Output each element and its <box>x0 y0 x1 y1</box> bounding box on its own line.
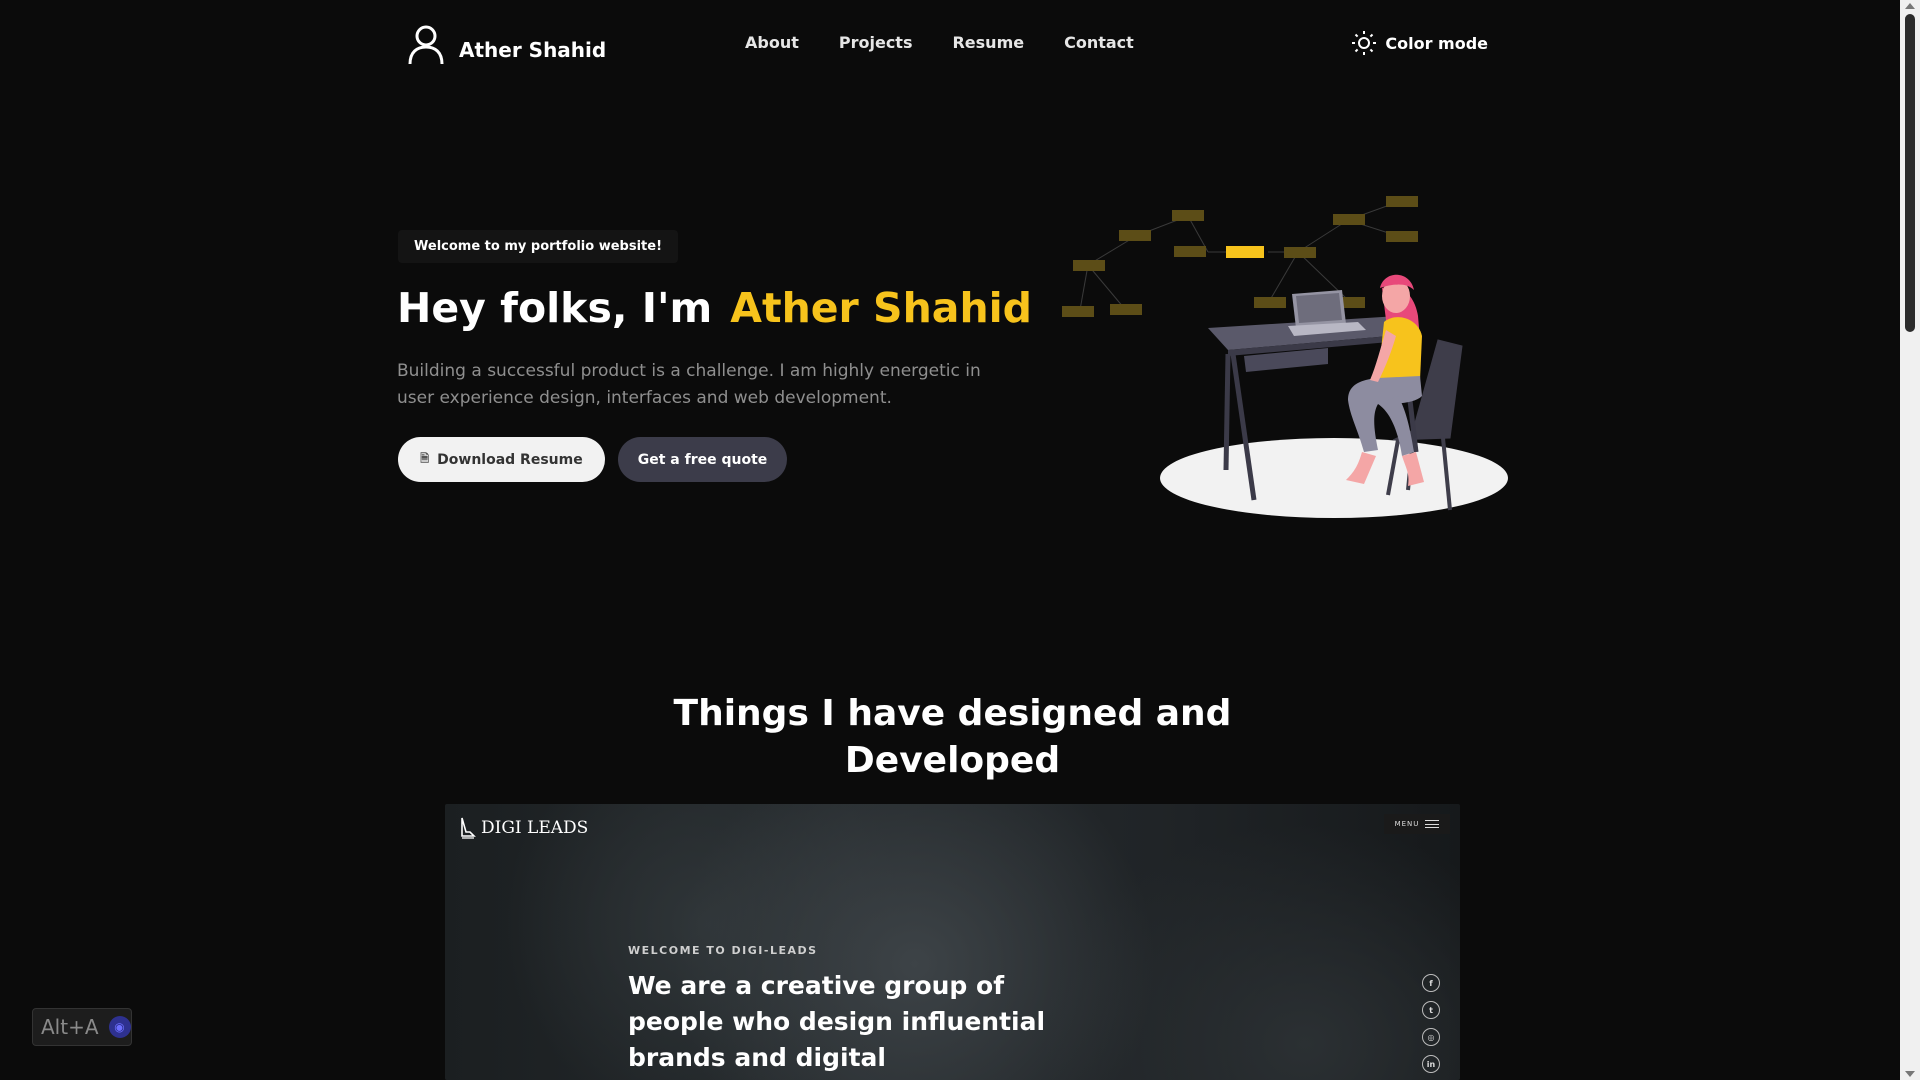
hamburger-icon <box>1425 820 1440 828</box>
brand-name: Ather Shahid <box>459 38 607 62</box>
scroll-up-arrow-icon[interactable] <box>1905 3 1915 9</box>
digi-leads-logo: DIGI LEADS <box>459 816 588 840</box>
projects-section-title: Things I have designed and Developed <box>673 693 1232 781</box>
nav-link-resume[interactable]: Resume <box>952 33 1024 52</box>
card-headline: We are a creative group of people who de… <box>628 971 1046 1080</box>
download-resume-label: Download Resume <box>437 451 583 468</box>
top-navbar: Ather Shahid About Projects Resume Conta… <box>0 0 1900 90</box>
project-card-digi-leads[interactable]: DIGI LEADS MENU WELCOME TO DIGI-LEADS We… <box>445 804 1460 1080</box>
main-nav: About Projects Resume Contact <box>745 33 1134 52</box>
nav-link-contact[interactable]: Contact <box>1064 33 1134 52</box>
sound-wave-icon: ◉ <box>108 1016 131 1038</box>
twitter-icon[interactable]: t <box>1422 1001 1440 1019</box>
scrollbar-thumb[interactable] <box>1905 14 1915 332</box>
download-resume-button[interactable]: 🗎 Download Resume <box>398 437 605 482</box>
sun-icon <box>1351 30 1377 56</box>
color-mode-toggle[interactable]: Color mode <box>1351 30 1488 56</box>
hero-title: Hey folks, I'm Ather Shahid <box>397 284 1032 332</box>
hero-title-name: Ather Shahid <box>730 284 1033 332</box>
card-kicker: WELCOME TO DIGI-LEADS <box>628 944 818 957</box>
digi-leads-logo-text: DIGI LEADS <box>481 818 589 838</box>
brand-link[interactable]: Ather Shahid <box>407 24 606 66</box>
card-menu-button[interactable]: MENU <box>1384 814 1450 834</box>
free-quote-label: Get a free quote <box>637 451 768 468</box>
accessibility-widget[interactable]: Alt+A ◉ <box>32 1008 132 1046</box>
instagram-icon[interactable]: ◎ <box>1422 1028 1440 1046</box>
accessibility-widget-label: Alt+A <box>41 1015 99 1039</box>
nav-link-about[interactable]: About <box>745 33 799 52</box>
scroll-down-arrow-icon[interactable] <box>1905 1071 1915 1077</box>
user-icon <box>407 24 445 66</box>
free-quote-button[interactable]: Get a free quote <box>618 437 787 482</box>
color-mode-label: Color mode <box>1385 33 1488 53</box>
social-links: f t ◎ in <box>1422 974 1440 1073</box>
page-scrollbar[interactable] <box>1900 0 1920 1080</box>
document-icon: 🗎 <box>420 452 430 465</box>
digi-leads-logo-icon <box>461 817 476 839</box>
card-menu-label: MENU <box>1394 820 1420 828</box>
hero-illustration <box>1062 196 1508 518</box>
facebook-icon[interactable]: f <box>1422 974 1440 992</box>
hero-description: Building a successful product is a chall… <box>397 361 981 408</box>
welcome-badge: Welcome to my portfolio website! <box>398 230 678 263</box>
linkedin-icon[interactable]: in <box>1422 1055 1440 1073</box>
hero-title-prefix: Hey folks, I'm <box>397 284 713 332</box>
nav-link-projects[interactable]: Projects <box>839 33 913 52</box>
